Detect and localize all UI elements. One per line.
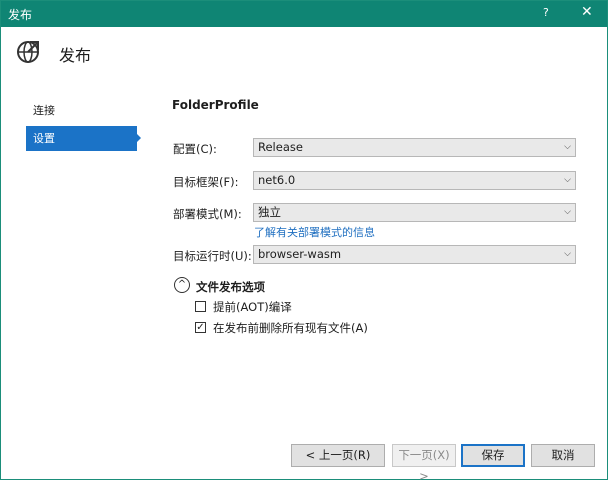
window-title: 发布 (8, 8, 33, 22)
close-button[interactable]: ✕ (581, 4, 593, 20)
sidebar-item-settings[interactable]: 设置 (26, 126, 137, 151)
chevron-down-icon: ⌵ (564, 142, 571, 152)
page-title: 发布 (59, 46, 92, 65)
chevron-down-icon: ⌵ (564, 175, 571, 185)
target-framework-value: net6.0 (258, 173, 296, 187)
deployment-mode-label: 部署模式(M): (173, 207, 242, 221)
delete-existing-files-label: 在发布前删除所有现有文件(A) (213, 321, 368, 335)
collapse-toggle-icon[interactable]: ^ (174, 277, 190, 293)
deployment-mode-info-link[interactable]: 了解有关部署模式的信息 (254, 224, 375, 240)
chevron-down-icon: ⌵ (564, 207, 571, 217)
sidebar-item-connection[interactable]: 连接 (26, 98, 137, 123)
help-button[interactable]: ? (543, 6, 549, 19)
configuration-label: 配置(C): (173, 142, 217, 156)
cancel-button[interactable]: 取消 (531, 444, 595, 467)
aot-compile-label: 提前(AOT)编译 (213, 300, 292, 314)
target-runtime-label: 目标运行时(U): (173, 249, 252, 263)
target-runtime-dropdown[interactable]: browser-wasm ⌵ (253, 245, 576, 264)
configuration-value: Release (258, 140, 303, 154)
target-runtime-value: browser-wasm (258, 247, 342, 261)
checkbox-unchecked[interactable] (195, 301, 206, 312)
profile-name: FolderProfile (172, 98, 259, 112)
configuration-dropdown[interactable]: Release ⌵ (253, 138, 576, 157)
save-button[interactable]: 保存 (461, 444, 525, 467)
globe-publish-icon (17, 41, 39, 63)
section-title: 文件发布选项 (196, 280, 265, 294)
target-framework-dropdown[interactable]: net6.0 ⌵ (253, 171, 576, 190)
checkmark-icon[interactable]: ✓ (195, 322, 206, 333)
publish-dialog: 发布 ? ✕ 发布 连接 设置 FolderProfile 配置(C): Rel… (0, 0, 608, 480)
target-framework-label: 目标框架(F): (173, 175, 239, 189)
deployment-mode-value: 独立 (258, 205, 281, 219)
title-bar: 发布 ? ✕ (1, 1, 607, 27)
chevron-down-icon: ⌵ (564, 249, 571, 259)
deployment-mode-dropdown[interactable]: 独立 ⌵ (253, 203, 576, 222)
previous-button[interactable]: < 上一页(R) (291, 444, 385, 467)
next-button[interactable]: 下一页(X) > (392, 444, 456, 480)
active-indicator-arrow (136, 133, 141, 143)
